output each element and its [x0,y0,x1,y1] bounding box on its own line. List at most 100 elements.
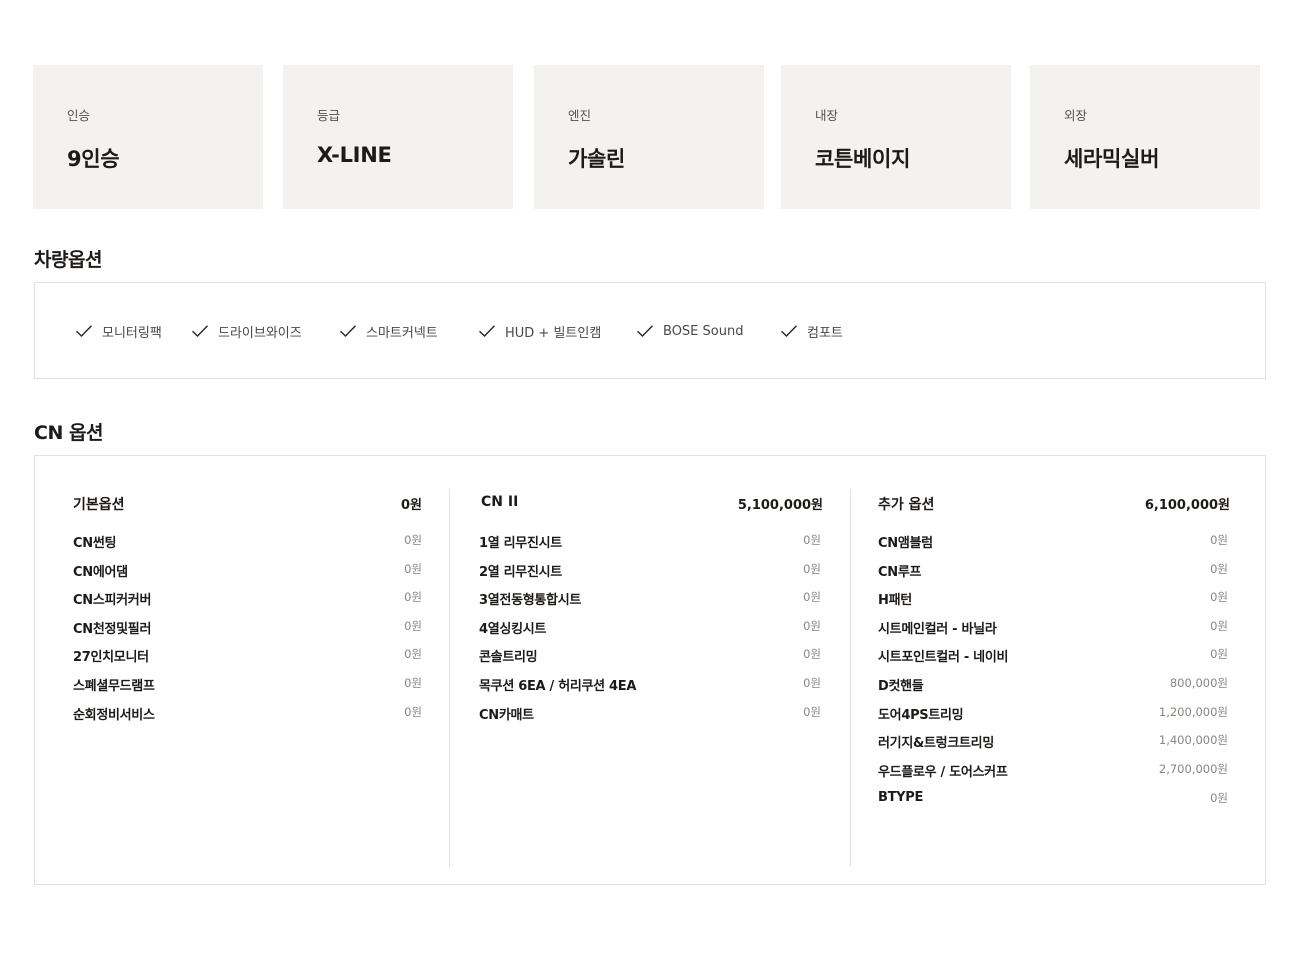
option-name: CN스피커커버 [73,593,152,608]
option-price: 0원 [803,705,821,719]
option-name: 2열 리무진시트 [479,565,562,580]
option-price: 0원 [404,676,422,690]
list-item: CN썬팅 0원 [73,532,422,552]
list-item: BTYPE 0원 [878,790,1228,810]
list-item: 시트포인트컬러 - 네이비 0원 [878,646,1228,666]
spec-value: 세라믹실버 [1064,147,1160,171]
option-name: 순회정비서비스 [73,708,155,723]
option-name: CN앰블럼 [878,536,933,551]
vehicle-option-label: 드라이브와이즈 [218,325,302,341]
option-price: 0원 [803,676,821,690]
vehicle-option-item: BOSE Sound [636,321,743,341]
spec-value: X-LINE [317,143,392,167]
cn-column-header: 기본옵션 0원 [73,494,422,514]
cn-column-price: 0원 [400,498,422,513]
cn-column-price: 6,100,000원 [1144,498,1230,513]
spec-label: 등급 [317,108,341,123]
option-name: CN에어댐 [73,565,128,580]
column-divider [850,489,851,867]
option-price: 0원 [404,533,422,547]
vehicle-option-item: HUD + 빌트인캠 [478,321,601,341]
check-icon [479,325,495,337]
cn-column-name: 기본옵션 [73,497,125,513]
list-item: 4열싱킹시트 0원 [479,618,821,638]
list-item: 순회정비서비스 0원 [73,704,422,724]
option-price: 1,200,000원 [1158,705,1228,719]
option-price: 0원 [1210,562,1228,576]
option-name: 도어4PS트리밍 [878,708,964,723]
spec-label: 내장 [815,108,839,123]
option-price: 0원 [1210,619,1228,633]
option-price: 2,700,000원 [1158,762,1228,776]
cn-column-additional: 추가 옵션 6,100,000원 CN앰블럼 0원 CN루프 0원 H패턴 0원 시트… [878,456,1230,884]
option-price: 0원 [803,562,821,576]
option-name: 27인치모니터 [73,650,149,665]
list-item: CN천정및필러 0원 [73,618,422,638]
list-item: CN에어댐 0원 [73,561,422,581]
vehicle-option-item: 스마트커넥트 [339,321,438,341]
cn-options-box: 기본옵션 0원 CN썬팅 0원 CN에어댐 0원 CN스피커커버 0원 CN천정및필러… [34,455,1266,885]
vehicle-option-label: 스마트커넥트 [366,325,438,341]
list-item: 3열전동형통합시트 0원 [479,589,821,609]
vehicle-option-label: 모니터링팩 [102,325,162,341]
option-name: 목쿠션 6EA / 허리쿠션 4EA [479,679,637,694]
spec-value: 9인승 [67,147,120,171]
list-item: 러기지&트렁크트리밍 1,400,000원 [878,732,1228,752]
option-name: 1열 리무진시트 [479,536,562,551]
option-price: 0원 [1210,791,1228,805]
spec-card-grade: 등급 X-LINE [283,65,513,209]
cn-options-title: CN 옵션 [34,422,103,444]
option-name: 3열전동형통합시트 [479,593,582,608]
check-icon [192,325,208,337]
cn-column-header: CN II 5,100,000원 [479,494,823,514]
spec-card-engine: 엔진 가솔린 [534,65,764,209]
cn-column-header: 추가 옵션 6,100,000원 [878,494,1230,514]
spec-card-interior: 내장 코튼베이지 [781,65,1011,209]
cn-column-price: 5,100,000원 [737,498,823,513]
option-name: H패턴 [878,593,912,608]
option-name: CN루프 [878,565,922,580]
list-item: D컷핸들 800,000원 [878,675,1228,695]
list-item: 27인치모니터 0원 [73,646,422,666]
list-item: 시트메인컬러 - 바닐라 0원 [878,618,1228,638]
option-price: 1,400,000원 [1158,733,1228,747]
option-name: CN썬팅 [73,536,117,551]
option-price: 0원 [404,619,422,633]
list-item: 스폐셜무드램프 0원 [73,675,422,695]
option-name: 우드플로우 / 도어스커프 [878,765,1008,780]
vehicle-options-title: 차량옵션 [34,249,102,271]
spec-label: 엔진 [568,108,592,123]
option-price: 0원 [1210,647,1228,661]
spec-card-exterior: 외장 세라믹실버 [1030,65,1260,209]
cn-column-basic: 기본옵션 0원 CN썬팅 0원 CN에어댐 0원 CN스피커커버 0원 CN천정및필러… [73,456,422,884]
option-price: 0원 [1210,533,1228,547]
option-name: BTYPE [878,790,924,805]
list-item: CN앰블럼 0원 [878,532,1228,552]
check-icon [781,325,797,337]
list-item: 1열 리무진시트 0원 [479,532,821,552]
list-item: CN스피커커버 0원 [73,589,422,609]
option-name: 시트메인컬러 - 바닐라 [878,622,997,637]
option-price: 0원 [404,705,422,719]
vehicle-option-item: 컴포트 [780,321,843,341]
option-price: 0원 [803,647,821,661]
option-price: 0원 [404,562,422,576]
option-name: D컷핸들 [878,679,924,694]
option-price: 0원 [404,647,422,661]
vehicle-option-label: HUD + 빌트인캠 [505,325,602,341]
list-item: H패턴 0원 [878,589,1228,609]
list-item: 콘솔트리밍 0원 [479,646,821,666]
vehicle-option-label: 컴포트 [807,325,843,341]
cn-column-name: CN II [481,494,519,510]
option-name: 콘솔트리밍 [479,650,538,665]
vehicle-option-label: BOSE Sound [663,323,744,339]
check-icon [76,325,92,337]
vehicle-option-item: 드라이브와이즈 [191,321,302,341]
vehicle-option-item: 모니터링팩 [75,321,162,341]
cn-column-cn2: CN II 5,100,000원 1열 리무진시트 0원 2열 리무진시트 0원 3… [479,456,823,884]
spec-label: 외장 [1064,108,1088,123]
spec-label: 인승 [67,108,91,123]
list-item: 도어4PS트리밍 1,200,000원 [878,704,1228,724]
vehicle-options-box: 모니터링팩 드라이브와이즈 스마트커넥트 HUD + 빌트인캠 BOSE Sou… [34,282,1266,379]
column-divider [449,489,450,867]
